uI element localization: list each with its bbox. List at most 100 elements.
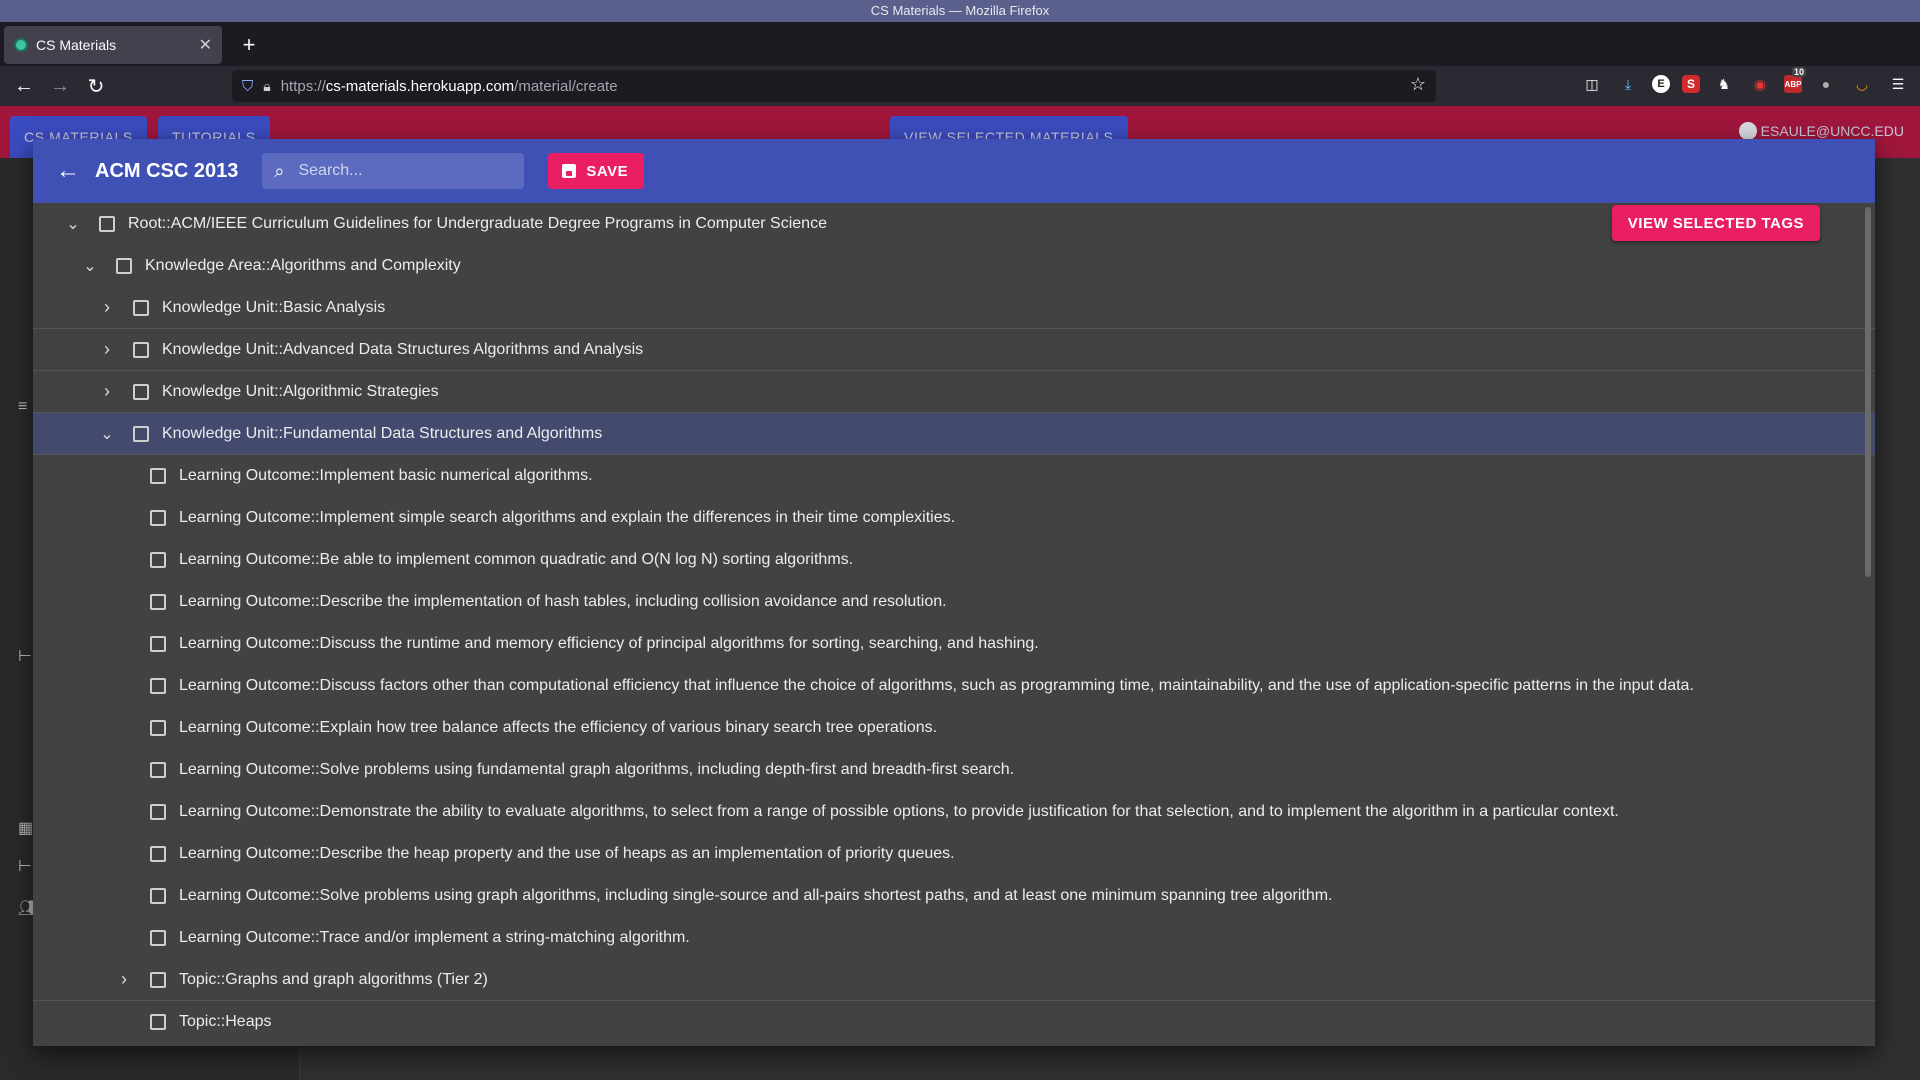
browser-tab-title: CS Materials — [36, 37, 117, 53]
tag-label: Learning Outcome::Discuss the runtime an… — [179, 635, 1039, 652]
tree-node-row[interactable]: › Knowledge Unit::Basic Analysis — [33, 287, 1875, 329]
tag-checkbox[interactable] — [150, 594, 166, 610]
list-icon[interactable]: ≡ — [18, 398, 34, 415]
tag-checkbox[interactable] — [150, 846, 166, 862]
tag-label: Learning Outcome::Be able to implement c… — [179, 551, 854, 568]
view-selected-tags-button[interactable]: VIEW SELECTED TAGS — [1611, 205, 1820, 241]
tag-checkbox[interactable] — [133, 425, 149, 442]
tag-checkbox[interactable] — [150, 468, 166, 484]
chevron-down-icon[interactable]: ⌄ — [80, 256, 100, 276]
url-bar[interactable]: ⛉ 🔒︎ https://cs-materials.herokuapp.com /… — [232, 70, 1436, 102]
tag-checkbox[interactable] — [150, 930, 166, 946]
tag-label: Learning Outcome::Discuss factors other … — [179, 677, 1694, 694]
tag-label: Knowledge Area::Algorithms and Complexit… — [145, 257, 461, 274]
tag-checkbox[interactable] — [150, 888, 166, 904]
adblock-count-badge: 10 — [1791, 67, 1806, 77]
extension-circle-icon[interactable]: ● — [1814, 72, 1838, 96]
search-input[interactable] — [298, 162, 499, 180]
extension-s-icon[interactable]: S — [1682, 75, 1700, 93]
user-menu[interactable]: ESAULE@UNCC.EDU — [1738, 122, 1904, 140]
tag-checkbox[interactable] — [150, 636, 166, 652]
tag-checkbox[interactable] — [150, 720, 166, 736]
tree-leaf-row[interactable]: ›Learning Outcome::Describe the implemen… — [33, 581, 1875, 623]
chevron-right-icon[interactable]: › — [97, 339, 117, 360]
chevron-right-icon[interactable]: › — [97, 381, 117, 402]
url-host: cs-materials.herokuapp.com — [325, 77, 515, 95]
lock-icon[interactable]: 🔒︎ — [263, 78, 270, 95]
extension-figure-icon[interactable]: ♞ — [1712, 72, 1736, 96]
bookmark-star-icon[interactable]: ☆ — [1410, 74, 1426, 95]
tree-node-row[interactable]: ⌄ Root::ACM/IEEE Curriculum Guidelines fo… — [33, 203, 1875, 245]
tree-leaf-row[interactable]: ›Learning Outcome::Solve problems using … — [33, 875, 1875, 917]
tag-checkbox[interactable] — [150, 552, 166, 568]
tag-checkbox[interactable] — [150, 678, 166, 694]
tag-checkbox[interactable] — [99, 216, 115, 232]
browser-tab[interactable]: CS Materials ✕ — [4, 26, 222, 64]
tree-leaf-row[interactable]: ›Learning Outcome::Describe the heap pro… — [33, 833, 1875, 875]
hierarchy-icon[interactable]: ⊢ — [18, 646, 34, 665]
dashboard-icon[interactable]: ▦ — [18, 818, 34, 837]
tag-selector-dialog: ← ACM CSC 2013 ⌕ SAVE ⌄ Root::ACM/IEEE Cu… — [33, 139, 1875, 1046]
tag-checkbox[interactable] — [133, 383, 149, 400]
tree-leaf-row[interactable]: ›Learning Outcome::Solve problems using … — [33, 749, 1875, 791]
chevron-down-icon[interactable]: ⌄ — [97, 424, 117, 444]
tag-label: Root::ACM/IEEE Curriculum Guidelines for… — [128, 215, 827, 232]
tag-checkbox[interactable] — [133, 341, 149, 358]
back-arrow-icon[interactable]: ← — [53, 156, 83, 186]
people-icon[interactable]: 👥︎ — [18, 898, 38, 917]
menu-icon[interactable]: ☰ — [1886, 72, 1910, 96]
tag-checkbox[interactable] — [150, 804, 166, 820]
tree-node-row[interactable]: ⌄ Knowledge Area::Algorithms and Complexi… — [33, 245, 1875, 287]
downloads-icon[interactable]: ⤓ — [1616, 72, 1640, 96]
back-button[interactable]: ← — [6, 68, 42, 104]
tree-leaf-row[interactable]: ›Learning Outcome::Explain how tree bala… — [33, 707, 1875, 749]
tag-label: Learning Outcome::Explain how tree balan… — [179, 719, 938, 736]
extension-swirl-icon[interactable]: ◉ — [1748, 72, 1772, 96]
tag-label: Topic::Graphs and graph algorithms (Tier… — [179, 970, 488, 988]
tag-label: Knowledge Unit::Advanced Data Structures… — [162, 340, 644, 358]
tree-leaf-row[interactable]: ›Topic::Heaps — [33, 1001, 1875, 1043]
tree-node-row[interactable]: › Knowledge Unit::Algorithmic Strategies — [33, 371, 1875, 413]
close-tab-icon[interactable]: ✕ — [199, 35, 212, 55]
reload-button[interactable]: ↻ — [78, 68, 114, 104]
tag-label: Knowledge Unit::Basic Analysis — [162, 298, 386, 316]
tracking-shield-icon[interactable]: ⛉ — [242, 78, 253, 95]
extension-orange-icon[interactable]: ◡ — [1850, 72, 1874, 96]
browser-tab-strip: CS Materials ✕ + — [0, 22, 1920, 66]
tag-checkbox[interactable] — [150, 762, 166, 778]
url-scheme: https:// — [280, 77, 326, 95]
tree-leaf-row[interactable]: ›Learning Outcome::Demonstrate the abili… — [33, 791, 1875, 833]
chevron-down-icon[interactable]: ⌄ — [63, 214, 83, 234]
scrollbar[interactable] — [1865, 207, 1871, 577]
tag-checkbox[interactable] — [133, 299, 149, 316]
tree-leaf-row[interactable]: ›Learning Outcome::Discuss the runtime a… — [33, 623, 1875, 665]
tag-checkbox[interactable] — [150, 510, 166, 526]
tree-node-row[interactable]: ⌄ Knowledge Unit::Fundamental Data Struct… — [33, 413, 1875, 455]
save-button[interactable]: SAVE — [548, 153, 645, 189]
adblock-icon[interactable]: ABP 10 — [1784, 67, 1806, 93]
chevron-right-icon[interactable]: › — [97, 297, 117, 318]
tag-label: Topic::Heaps — [179, 1013, 272, 1030]
browser-toolbar-icons: ◫ ⤓ E S ♞ ◉ ABP 10 ● ◡ ☰ — [1580, 67, 1910, 96]
new-tab-button[interactable]: + — [234, 30, 264, 60]
tag-checkbox[interactable] — [150, 1014, 166, 1030]
tag-checkbox[interactable] — [150, 971, 166, 988]
tree-leaf-row[interactable]: ›Learning Outcome::Trace and/or implemen… — [33, 917, 1875, 959]
chevron-right-icon[interactable]: › — [114, 969, 134, 990]
forward-button[interactable]: → — [42, 68, 78, 104]
tree-leaf-row[interactable]: ›Learning Outcome::Implement simple sear… — [33, 497, 1875, 539]
extension-e-icon[interactable]: E — [1652, 75, 1670, 93]
dialog-toolbar: ← ACM CSC 2013 ⌕ SAVE — [33, 139, 1875, 203]
tree-node-row[interactable]: › Knowledge Unit::Advanced Data Structure… — [33, 329, 1875, 371]
tag-label: Learning Outcome::Demonstrate the abilit… — [179, 803, 1619, 820]
tree-leaf-row[interactable]: ›Learning Outcome::Implement basic numer… — [33, 455, 1875, 497]
tag-checkbox[interactable] — [116, 258, 132, 274]
tag-label: Learning Outcome::Solve problems using f… — [179, 761, 1015, 778]
tree-icon[interactable]: ⊢ — [18, 856, 34, 875]
tree-node-row[interactable]: › Topic::Graphs and graph algorithms (Tie… — [33, 959, 1875, 1001]
tree-leaf-row[interactable]: ›Learning Outcome::Be able to implement … — [33, 539, 1875, 581]
pocket-icon[interactable]: ◫ — [1580, 72, 1604, 96]
tree-leaf-row[interactable]: ›Learning Outcome::Discuss factors other… — [33, 665, 1875, 707]
search-box[interactable]: ⌕ — [262, 153, 525, 189]
tag-label: Learning Outcome::Implement basic numeri… — [179, 467, 593, 484]
